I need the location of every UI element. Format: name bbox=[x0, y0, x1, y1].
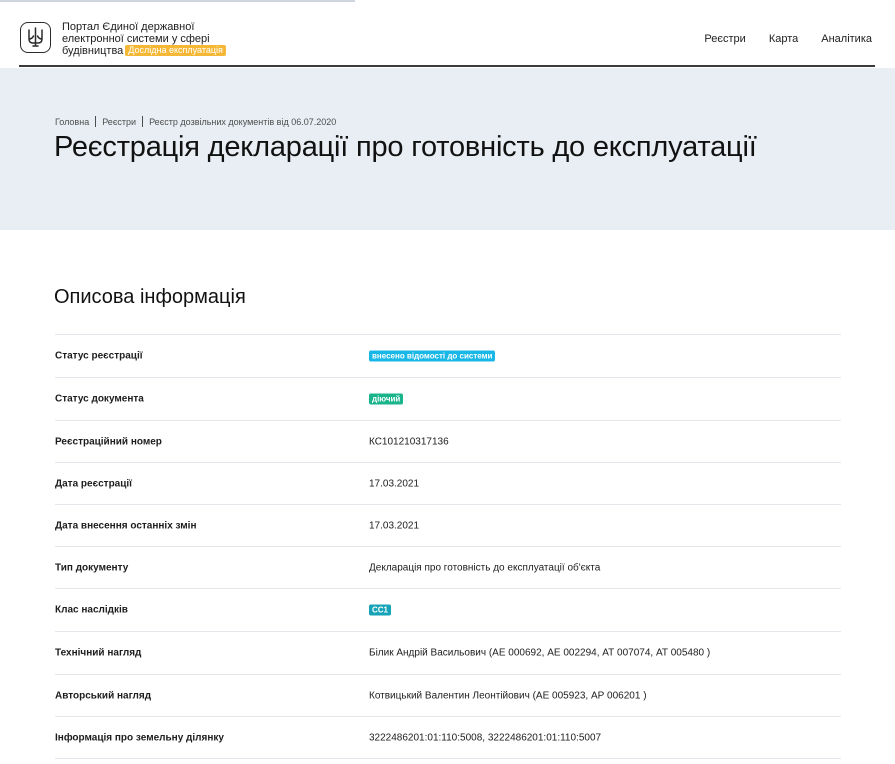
row-label: Статус реєстрації bbox=[55, 350, 143, 362]
info-row: Інформація про земельну ділянку 32224862… bbox=[55, 717, 841, 759]
info-row: Тип документу Декларація про готовність … bbox=[55, 547, 841, 589]
info-row: Дата реєстрації 17.03.2021 bbox=[55, 463, 841, 505]
info-row: Статус реєстрації внесено відомості до с… bbox=[55, 335, 841, 378]
row-label: Інформація про земельну ділянку bbox=[55, 732, 224, 743]
row-value: Білик Андрій Васильович (АЕ 000692, АЕ 0… bbox=[369, 647, 711, 659]
breadcrumb-home[interactable]: Головна bbox=[55, 117, 89, 127]
row-value: 17.03.2021 bbox=[369, 520, 420, 531]
row-label: Технічний нагляд bbox=[55, 647, 142, 659]
page-title: Реєстрація декларації про готовність до … bbox=[54, 131, 757, 163]
row-label: Реєстраційний номер bbox=[55, 436, 162, 447]
row-label: Авторський нагляд bbox=[55, 690, 152, 701]
info-row: Технічний нагляд Білик Андрій Васильович… bbox=[55, 632, 841, 675]
breadcrumb-separator bbox=[142, 116, 144, 127]
breadcrumb-current[interactable]: Реєстр дозвільних документів від 06.07.2… bbox=[149, 117, 336, 127]
breadcrumb-separator bbox=[95, 116, 97, 127]
row-label: Клас наслідків bbox=[55, 604, 128, 616]
row-label: Статус документа bbox=[55, 393, 144, 405]
status-badge: внесено відомості до системи bbox=[369, 350, 496, 362]
row-label: Дата внесення останніх змін bbox=[55, 520, 197, 531]
site-header: Портал Єдиної державної електронної сист… bbox=[19, 8, 875, 67]
row-value: 17.03.2021 bbox=[369, 478, 420, 489]
info-row: Клас наслідків СС1 bbox=[55, 589, 841, 632]
row-label: Тип документу bbox=[55, 562, 129, 573]
brand-title[interactable]: Портал Єдиної державної електронної сист… bbox=[62, 21, 226, 57]
trident-icon[interactable] bbox=[20, 22, 51, 53]
info-row: Авторський нагляд Котвицький Валентин Ле… bbox=[55, 675, 841, 717]
brand-line-2: електронної системи у сфері bbox=[62, 33, 210, 45]
section-title: Описова інформація bbox=[54, 286, 246, 308]
info-row: Дата внесення останніх змін 17.03.2021 bbox=[55, 505, 841, 547]
main-nav: Реєстри Карта Аналітика bbox=[704, 33, 872, 45]
beta-badge: Дослідна експлуатація bbox=[125, 45, 226, 56]
nav-map[interactable]: Карта bbox=[769, 33, 798, 45]
breadcrumb: Головна Реєстри Реєстр дозвільних докуме… bbox=[55, 116, 336, 127]
row-value: Котвицький Валентин Леонтійович (АЕ 0059… bbox=[369, 690, 647, 701]
class-badge: СС1 bbox=[369, 604, 392, 616]
row-label: Дата реєстрації bbox=[55, 478, 132, 489]
info-row: Статус документа діючий bbox=[55, 378, 841, 421]
top-divider bbox=[0, 0, 355, 2]
brand-line-1: Портал Єдиної державної bbox=[62, 21, 195, 33]
nav-analytics[interactable]: Аналітика bbox=[821, 33, 872, 45]
brand-line-3: будівництва bbox=[62, 45, 124, 57]
info-row: Реєстраційний номер КС101210317136 bbox=[55, 421, 841, 463]
row-value: 3222486201:01:110:5008, 3222486201:01:11… bbox=[369, 732, 602, 743]
breadcrumb-registries[interactable]: Реєстри bbox=[102, 117, 136, 127]
row-value: Декларація про готовність до експлуатаці… bbox=[369, 562, 601, 573]
info-table: Статус реєстрації внесено відомості до с… bbox=[55, 334, 841, 759]
nav-registries[interactable]: Реєстри bbox=[704, 33, 745, 45]
status-badge: діючий bbox=[369, 393, 404, 405]
row-value: КС101210317136 bbox=[369, 436, 449, 447]
